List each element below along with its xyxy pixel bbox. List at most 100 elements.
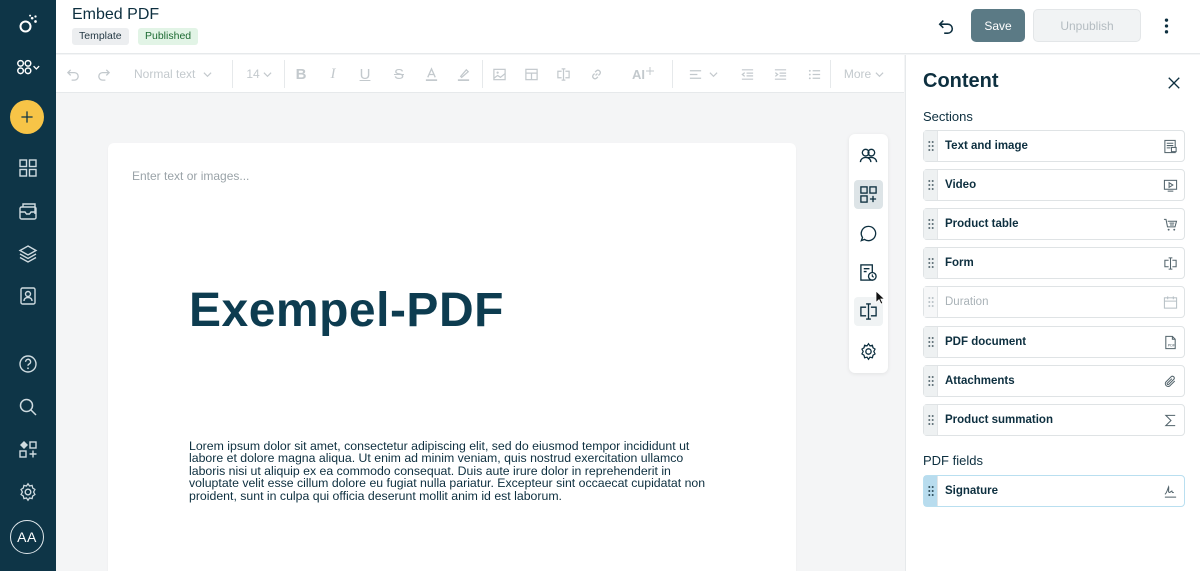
field-icon[interactable] bbox=[554, 63, 572, 85]
form-icon bbox=[1162, 255, 1178, 271]
settings-icon[interactable] bbox=[0, 474, 56, 510]
gear-icon[interactable] bbox=[854, 337, 883, 366]
bold-icon[interactable]: B bbox=[292, 63, 310, 85]
unpublish-button[interactable]: Unpublish bbox=[1033, 9, 1141, 42]
section-card-video[interactable]: Video bbox=[923, 169, 1185, 201]
network-icon[interactable] bbox=[0, 50, 56, 86]
document-heading[interactable]: Exempel-PDF bbox=[189, 283, 504, 338]
drag-handle-icon[interactable] bbox=[924, 287, 938, 317]
inbox-icon[interactable] bbox=[0, 193, 56, 229]
drag-handle-icon[interactable] bbox=[924, 248, 938, 278]
drag-handle-icon[interactable] bbox=[924, 170, 938, 200]
search-icon[interactable] bbox=[0, 389, 56, 425]
section-card-text-image[interactable]: Text and image bbox=[923, 130, 1185, 162]
indent-icon[interactable] bbox=[771, 63, 789, 85]
drag-handle-icon[interactable] bbox=[924, 366, 938, 396]
section-card-pdf-document[interactable]: PDF document PDF bbox=[923, 326, 1185, 358]
ai-label: AI bbox=[632, 66, 645, 82]
text-style-value: Normal text bbox=[134, 67, 196, 81]
top-header: Embed PDF Template Published Save Unpubl… bbox=[56, 0, 1200, 54]
content-panel: Content Sections Text and image Video Pr… bbox=[905, 55, 1200, 571]
section-card-label: Form bbox=[945, 257, 974, 269]
grid-icon[interactable] bbox=[0, 150, 56, 186]
section-card-duration[interactable]: Duration bbox=[923, 286, 1185, 318]
align-left-icon bbox=[689, 69, 702, 79]
chevron-down-icon bbox=[709, 71, 718, 77]
undo-button[interactable] bbox=[934, 14, 958, 38]
comment-icon[interactable] bbox=[854, 219, 883, 248]
avatar[interactable]: AA bbox=[10, 520, 44, 554]
sparkle-icon bbox=[646, 67, 654, 75]
ai-button[interactable]: AI bbox=[626, 63, 660, 85]
more-label: More bbox=[843, 67, 872, 81]
signature-icon bbox=[1162, 483, 1178, 499]
save-button[interactable]: Save bbox=[971, 9, 1025, 42]
template-badge: Template bbox=[72, 28, 129, 45]
chevron-down-icon bbox=[875, 71, 884, 77]
align-select[interactable] bbox=[684, 63, 722, 85]
kebab-icon bbox=[1164, 18, 1168, 34]
section-card-label: Duration bbox=[945, 296, 989, 308]
mouse-cursor-icon bbox=[875, 290, 886, 305]
strikethrough-icon[interactable]: S bbox=[390, 63, 408, 85]
widgets-icon[interactable] bbox=[0, 431, 56, 467]
drag-handle-icon[interactable] bbox=[924, 209, 938, 239]
document-body-text[interactable]: Lorem ipsum dolor sit amet, consectetur … bbox=[189, 440, 719, 502]
sum-icon bbox=[1162, 412, 1178, 428]
section-card-label: Video bbox=[945, 179, 977, 191]
section-card-form[interactable]: Form bbox=[923, 247, 1185, 279]
contact-icon[interactable] bbox=[0, 278, 56, 314]
sections-heading: Sections bbox=[923, 109, 973, 124]
font-size-select[interactable]: 14 bbox=[246, 63, 272, 85]
editor-canvas: Enter text or images... Exempel-PDF Lore… bbox=[56, 94, 904, 571]
page-title: Embed PDF bbox=[72, 6, 160, 23]
plus-icon bbox=[21, 111, 33, 123]
italic-icon[interactable]: I bbox=[324, 63, 342, 85]
add-button[interactable] bbox=[10, 100, 44, 134]
chevron-down-icon bbox=[203, 71, 212, 77]
more-options-button[interactable] bbox=[1156, 14, 1176, 38]
drag-handle-icon[interactable] bbox=[924, 476, 938, 506]
editor-placeholder[interactable]: Enter text or images... bbox=[132, 169, 249, 183]
layers-icon[interactable] bbox=[0, 236, 56, 272]
outdent-icon[interactable] bbox=[738, 63, 756, 85]
history-icon[interactable] bbox=[854, 258, 883, 287]
drag-handle-icon[interactable] bbox=[924, 405, 938, 435]
pdf-field-label: Signature bbox=[945, 485, 999, 497]
calendar-icon bbox=[1162, 294, 1178, 310]
table-icon[interactable] bbox=[522, 63, 540, 85]
link-icon[interactable] bbox=[587, 63, 605, 85]
bullet-list-icon[interactable] bbox=[805, 63, 823, 85]
text-color-icon[interactable] bbox=[422, 63, 440, 85]
section-card-product-summation[interactable]: Product summation bbox=[923, 404, 1185, 436]
chevron-down-icon bbox=[263, 71, 272, 77]
close-icon bbox=[1168, 77, 1180, 89]
text-style-select[interactable]: Normal text bbox=[134, 63, 220, 85]
underline-icon[interactable]: U bbox=[356, 63, 374, 85]
close-panel-button[interactable] bbox=[1164, 73, 1184, 93]
logo-icon[interactable] bbox=[0, 6, 56, 42]
image-icon[interactable] bbox=[490, 63, 508, 85]
more-select[interactable]: More bbox=[842, 63, 886, 85]
undo-icon bbox=[938, 20, 954, 34]
document-page[interactable]: Enter text or images... Exempel-PDF Lore… bbox=[108, 143, 796, 571]
toolbar-undo-icon[interactable] bbox=[64, 63, 82, 85]
text-image-icon bbox=[1162, 138, 1178, 154]
pdf-field-card-signature[interactable]: Signature bbox=[923, 475, 1185, 507]
content-rail bbox=[849, 134, 888, 373]
video-icon bbox=[1162, 177, 1178, 193]
section-card-attachments[interactable]: Attachments bbox=[923, 365, 1185, 397]
status-badge: Published bbox=[138, 28, 199, 45]
highlight-icon[interactable] bbox=[454, 63, 472, 85]
editor-toolbar: Normal text 14 B I U S AI More bbox=[56, 55, 904, 93]
collaborators-icon[interactable] bbox=[854, 141, 883, 170]
drag-handle-icon[interactable] bbox=[924, 131, 938, 161]
drag-handle-icon[interactable] bbox=[924, 327, 938, 357]
help-icon[interactable] bbox=[0, 346, 56, 382]
section-card-product-table[interactable]: Product table bbox=[923, 208, 1185, 240]
section-card-label: Attachments bbox=[945, 375, 1015, 387]
add-content-icon[interactable] bbox=[854, 180, 883, 209]
toolbar-redo-icon[interactable] bbox=[94, 63, 112, 85]
paperclip-icon bbox=[1162, 373, 1178, 389]
section-card-label: PDF document bbox=[945, 336, 1027, 348]
